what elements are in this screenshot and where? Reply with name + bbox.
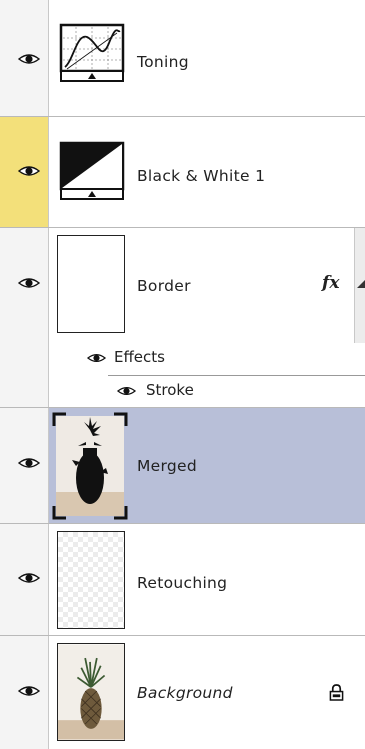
visibility-column [0, 408, 49, 523]
layer-name[interactable]: Background [137, 684, 233, 702]
layer-row-toning[interactable]: Toning [0, 0, 365, 117]
layers-panel: Toning Black & White 1 Border fx Effects… [0, 0, 365, 749]
layer-row-black-white[interactable]: Black & White 1 [0, 117, 365, 228]
effects-row[interactable]: Effects [49, 342, 365, 375]
stroke-label[interactable]: Stroke [146, 381, 194, 399]
layer-name[interactable]: Merged [137, 457, 197, 475]
eye-icon[interactable] [18, 164, 40, 178]
visibility-column [0, 636, 49, 749]
layer-row-background[interactable]: Background [0, 636, 365, 749]
stroke-effect-row[interactable]: Stroke [108, 376, 365, 408]
eye-icon[interactable] [87, 352, 106, 364]
layer-row-merged[interactable]: Merged [0, 408, 365, 524]
layer-thumbnail [57, 643, 125, 741]
visibility-column [0, 117, 49, 227]
layer-name[interactable]: Border [137, 277, 191, 295]
eye-icon[interactable] [18, 684, 40, 698]
eye-icon[interactable] [117, 385, 136, 397]
visibility-column [0, 228, 49, 407]
layer-row-retouching[interactable]: Retouching [0, 524, 365, 636]
eye-icon[interactable] [18, 571, 40, 585]
effects-label[interactable]: Effects [114, 348, 165, 366]
scrollbar[interactable] [354, 228, 365, 343]
layer-thumbnail-transparent [57, 531, 125, 629]
curves-adjustment-icon [59, 23, 125, 85]
lock-icon [329, 684, 344, 701]
layer-name[interactable]: Black & White 1 [137, 167, 265, 185]
fx-badge[interactable]: fx [322, 273, 339, 293]
layer-name[interactable]: Toning [137, 53, 189, 71]
scroll-arrow-icon[interactable] [357, 280, 365, 288]
layer-row-border[interactable]: Border fx Effects Stroke [0, 228, 365, 408]
layer-thumbnail [52, 412, 128, 520]
layer-name[interactable]: Retouching [137, 574, 227, 592]
visibility-column [0, 524, 49, 635]
eye-icon[interactable] [18, 52, 40, 66]
visibility-column [0, 0, 49, 116]
eye-icon[interactable] [18, 456, 40, 470]
eye-icon[interactable] [18, 276, 40, 290]
layer-thumbnail [57, 235, 125, 333]
black-white-adjustment-icon [59, 141, 125, 203]
